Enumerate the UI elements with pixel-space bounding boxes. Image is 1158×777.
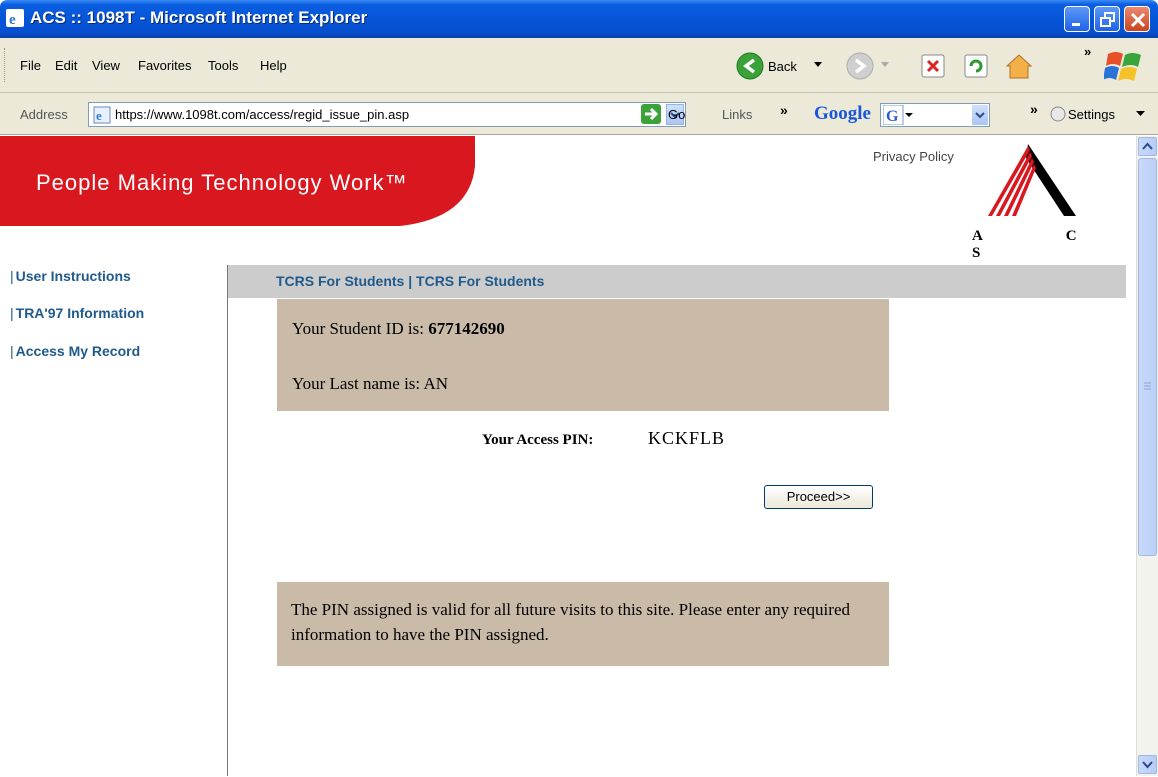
access-pin-label: Your Access PIN:: [482, 432, 594, 448]
ie-icon: e: [6, 9, 24, 27]
settings-radio-icon: [1050, 106, 1066, 122]
go-icon[interactable]: [640, 103, 662, 125]
close-button[interactable]: [1124, 6, 1150, 32]
student-id-value: 677142690: [428, 319, 505, 338]
menu-edit[interactable]: Edit: [55, 58, 77, 73]
scroll-up-button[interactable]: [1138, 137, 1157, 156]
menu-tools[interactable]: Tools: [208, 58, 238, 73]
chevron-up-icon: [1142, 142, 1153, 150]
restore-icon: [1100, 12, 1115, 27]
google-logo-text: Google: [814, 103, 871, 124]
forward-icon[interactable]: [846, 52, 874, 80]
menu-help[interactable]: Help: [260, 58, 287, 73]
access-pin-value: KCKFLB: [648, 428, 726, 448]
sidebar-item-label: TRA'97 Information: [15, 305, 145, 321]
links-label[interactable]: Links: [722, 107, 752, 122]
privacy-policy-link[interactable]: Privacy Policy: [873, 149, 954, 164]
sidebar-item-access-my-record[interactable]: | Access My Record: [10, 343, 140, 359]
address-bar: Address e https://www.1098t.com/access/r…: [0, 93, 1158, 135]
section-header-links[interactable]: TCRS For Students | TCRS For Students: [276, 273, 544, 289]
scroll-grip-icon: [1144, 382, 1151, 390]
toolbar-grip[interactable]: [4, 48, 7, 82]
page-viewport: People Making Technology Work™ Privacy P…: [0, 136, 1136, 776]
close-icon: [1130, 12, 1146, 28]
google-dropdown-button[interactable]: [972, 105, 988, 125]
sidebar-item-tra97-information[interactable]: | TRA'97 Information: [10, 305, 144, 321]
menu-favorites[interactable]: Favorites: [138, 58, 191, 73]
sidebar-item-label: Access My Record: [15, 343, 141, 359]
address-input[interactable]: e https://www.1098t.com/access/regid_iss…: [88, 102, 686, 127]
menu-view[interactable]: View: [92, 58, 120, 73]
sidebar: | User Instructions | TRA'97 Information |…: [0, 265, 228, 776]
standard-toolbar: Back »: [706, 38, 1158, 93]
menu-bar: File Edit View Favorites Tools Help: [0, 38, 706, 93]
windows-logo-icon: [1104, 52, 1141, 81]
toolbar-chevron[interactable]: »: [1084, 44, 1091, 59]
scroll-thumb[interactable]: [1138, 158, 1157, 556]
scroll-down-button[interactable]: [1138, 755, 1157, 774]
chevron-down-icon: [975, 112, 985, 119]
sidebar-item-user-instructions[interactable]: | User Instructions: [10, 268, 131, 284]
google-toolbar-chevron[interactable]: »: [1030, 101, 1038, 117]
stop-icon[interactable]: [921, 54, 945, 78]
title-bar: e ACS :: 1098T - Microsoft Internet Expl…: [0, 0, 1158, 38]
acs-logo-letters: A C S: [972, 228, 1117, 261]
forward-dropdown-icon[interactable]: [881, 62, 889, 68]
pin-note-box: The PIN assigned is valid for all future…: [277, 582, 889, 666]
last-name-label: Your Last name is:: [292, 374, 421, 393]
proceed-button[interactable]: Proceed>>: [764, 485, 873, 509]
google-g-icon: G: [883, 105, 913, 125]
last-name-value: AN: [423, 374, 449, 393]
back-button-label[interactable]: Back: [768, 59, 797, 74]
address-url: https://www.1098t.com/access/regid_issue…: [115, 107, 410, 122]
svg-text:G: G: [886, 108, 899, 125]
section-header-strip: TCRS For Students | TCRS For Students: [228, 265, 1126, 298]
go-button[interactable]: Go: [668, 107, 685, 122]
svg-text:e: e: [96, 108, 102, 123]
minimize-button[interactable]: [1064, 6, 1090, 32]
back-icon[interactable]: [736, 52, 764, 80]
pin-note-text: The PIN assigned is valid for all future…: [291, 600, 850, 644]
svg-text:e: e: [9, 12, 16, 27]
settings-button[interactable]: Settings: [1068, 107, 1115, 122]
student-info-box: Your Student ID is: 677142690 Your Last …: [277, 299, 889, 411]
menu-file[interactable]: File: [20, 58, 41, 73]
google-search-input[interactable]: G: [880, 103, 990, 127]
window-title: ACS :: 1098T - Microsoft Internet Explor…: [30, 8, 368, 27]
back-dropdown-icon[interactable]: [814, 62, 822, 68]
student-id-label: Your Student ID is:: [292, 319, 424, 338]
refresh-icon[interactable]: [964, 54, 988, 78]
minimize-icon: [1072, 23, 1080, 26]
settings-dropdown-icon[interactable]: [1136, 111, 1146, 119]
address-label: Address: [20, 107, 68, 122]
links-chevron[interactable]: »: [780, 102, 788, 118]
banner-tagline: People Making Technology Work™: [36, 170, 408, 195]
vertical-scrollbar[interactable]: [1136, 136, 1158, 776]
chevron-down-icon: [1142, 761, 1153, 769]
sidebar-item-label: User Instructions: [15, 268, 131, 284]
page-icon: e: [93, 106, 111, 124]
restore-button[interactable]: [1094, 6, 1120, 32]
last-name-line: Your Last name is: AN: [292, 374, 448, 394]
google-logo: Google: [814, 103, 871, 125]
student-id-line: Your Student ID is: 677142690: [292, 319, 505, 339]
home-icon[interactable]: [1004, 52, 1034, 80]
